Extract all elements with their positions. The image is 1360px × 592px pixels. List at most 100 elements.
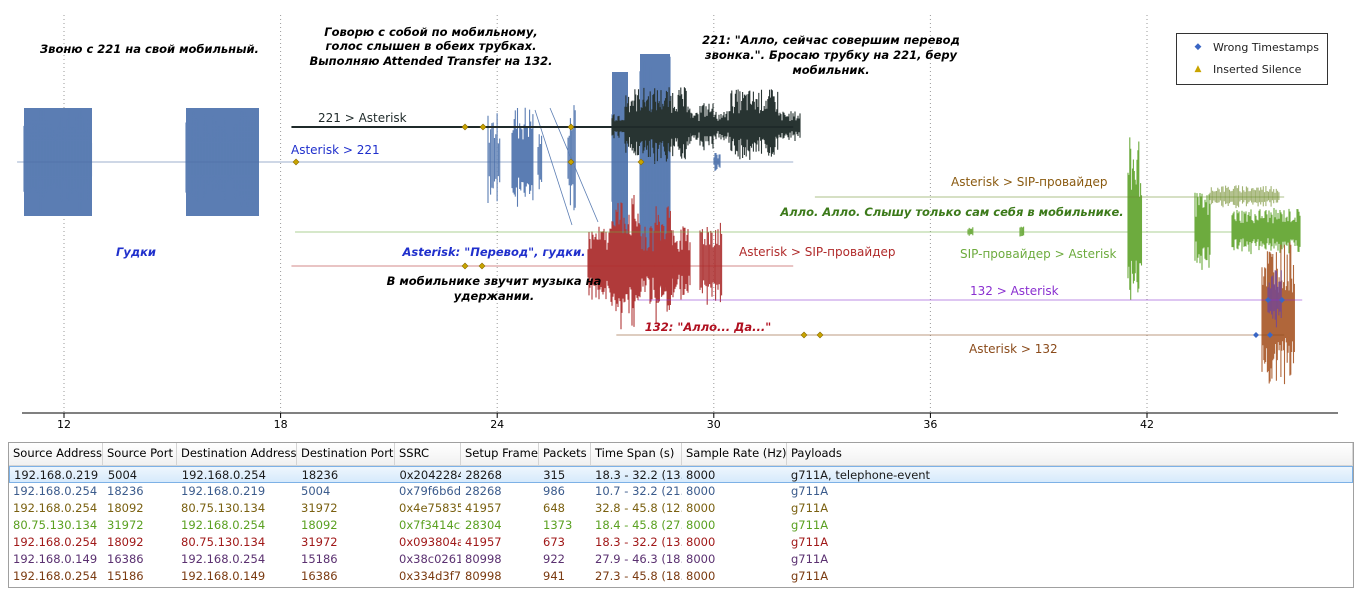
table-cell: 8000 [686,468,716,482]
stream-label-sip-asterisk[interactable]: SIP-провайдер > Asterisk [960,247,1117,261]
rtp-streams-table[interactable]: Source Address Source Port Destination A… [8,442,1354,588]
column-header-time-span[interactable]: Time Span (s) [591,443,682,465]
table-cell: 80998 [465,552,502,566]
table-cell: 192.168.0.254 [13,569,98,583]
annotation-221-line1: 221: "Алло, сейчас совершим перевод [702,33,960,47]
table-cell: 18.4 - 45.8 (27.4) [595,518,682,532]
table-cell: g711A [791,501,829,515]
table-cell: 986 [543,484,565,498]
table-cell: g711A, telephone-event [790,468,931,482]
table-cell: 8000 [686,535,716,549]
table-cell: 18236 [107,484,144,498]
table-cell: 0x2042284f [399,468,462,482]
column-header-destination-address[interactable]: Destination Address [177,443,297,465]
table-cell: 8000 [686,501,716,515]
column-header-destination-port[interactable]: Destination Port [297,443,395,465]
table-cell: 0x093804a9 [399,535,461,549]
tick-label: 42 [1140,418,1154,431]
table-cell: g711A [791,484,829,498]
table-cell: 0x7f3414ca [399,518,461,532]
column-header-packets[interactable]: Packets [539,443,591,465]
table-row[interactable]: 80.75.130.134 31972 192.168.0.254 18092 0x7f… [9,517,1353,534]
inserted-silence-marker [816,331,824,339]
tick-label: 36 [923,418,937,431]
annotation-talk-line1: Говорю с собой по мобильному, [324,25,537,39]
column-header-source-address[interactable]: Source Address [9,443,103,465]
table-body: 192.168.0.219 5004 192.168.0.254 18236 0x204… [9,466,1353,585]
annotation-hold-line2: удержании. [454,289,534,303]
tick-label: 30 [707,418,721,431]
annotation-talk-line3: Выполняю Attended Transfer на 132. [309,54,552,68]
table-cell: 18092 [301,518,338,532]
column-header-sample-rate[interactable]: Sample Rate (Hz) [682,443,787,465]
stream-label-asterisk-sip-5[interactable]: Asterisk > SIP-провайдер [739,245,896,259]
legend-item-inserted-silence[interactable]: ▲ Inserted Silence [1187,62,1302,76]
table-cell: 648 [543,501,565,515]
table-cell: 0x334d3f7a [399,569,461,583]
table-cell: 80998 [465,569,502,583]
table-cell: 0x38c0261f [399,552,461,566]
table-cell: 192.168.0.254 [181,518,266,532]
table-row[interactable]: 192.168.0.149 16386 192.168.0.254 15186 0x38… [9,551,1353,568]
stream-label-asterisk-sip-3[interactable]: Asterisk > SIP-провайдер [951,175,1108,189]
table-row[interactable]: 192.168.0.254 18092 80.75.130.134 31972 0x09… [9,534,1353,551]
column-header-ssrc[interactable]: SSRC [395,443,461,465]
table-cell: 0x79f6b6d1 [399,484,461,498]
table-cell: 41957 [465,501,502,515]
table-cell: 31972 [107,518,144,532]
table-row[interactable]: 192.168.0.219 5004 192.168.0.254 18236 0x204… [9,466,1353,483]
annotation-132-hello: 132: "Алло... Да..." [645,320,771,334]
column-header-setup-frame[interactable]: Setup Frame [461,443,539,465]
legend-item-wrong-timestamps[interactable]: ◆ Wrong Timestamps [1187,40,1319,54]
table-row[interactable]: 192.168.0.254 15186 192.168.0.149 16386 0x33… [9,568,1353,585]
table-cell: 18.3 - 32.2 (13.9) [595,468,682,482]
annotation-221-line2: звонка.". Бросаю трубку на 221, беру [704,48,958,62]
table-cell: 16386 [301,569,338,583]
table-cell: 16386 [107,552,144,566]
table-cell: 28268 [465,484,502,498]
legend-label: Inserted Silence [1213,62,1302,76]
stream-label-132-asterisk[interactable]: 132 > Asterisk [970,284,1059,298]
table-cell: 80.75.130.134 [13,518,98,532]
table-cell: 32.8 - 45.8 (12.9) [595,501,682,515]
table-cell: 192.168.0.254 [181,468,266,482]
stream-label-221-asterisk[interactable]: 221 > Asterisk [318,111,407,125]
waveform-burst [699,222,723,305]
inserted-silence-marker [461,262,469,270]
inserted-silence-marker [800,331,808,339]
annotation-beeps: Гудки [116,245,156,259]
table-row[interactable]: 192.168.0.254 18092 80.75.130.134 31972 0x4e… [9,500,1353,517]
table-cell: 28268 [465,468,502,482]
table-cell: 192.168.0.254 [13,535,98,549]
table-cell: 673 [543,535,565,549]
tick-label: 18 [274,418,288,431]
table-cell: 27.3 - 45.8 (18.5) [595,569,682,583]
table-cell: 8000 [686,518,716,532]
table-cell: 941 [543,569,565,583]
waveform-burst [967,227,974,236]
table-cell: 315 [543,468,566,482]
table-cell: 15186 [107,569,144,583]
table-row[interactable]: 192.168.0.254 18236 192.168.0.219 5004 0x79f… [9,483,1353,500]
column-header-source-port[interactable]: Source Port [103,443,177,465]
inserted-silence-marker [478,262,486,270]
table-cell: 192.168.0.254 [13,501,98,515]
stream-label-asterisk-132[interactable]: Asterisk > 132 [969,342,1058,356]
stream-label-asterisk-221[interactable]: Asterisk > 221 [291,143,380,157]
table-cell: 8000 [686,484,716,498]
triangle-icon: ▲ [1194,64,1202,74]
table-cell: g711A [791,552,829,566]
legend: ◆ Wrong Timestamps ▲ Inserted Silence [1176,33,1328,85]
table-cell: 31972 [301,535,338,549]
annotation-221-line3: мобильник. [792,63,869,77]
waveform-plot[interactable]: 12 18 24 30 36 42 221 > Asterisk Asterisk > 2… [0,0,1360,440]
table-header: Source Address Source Port Destination A… [9,443,1353,466]
waveform-burst [567,105,576,211]
table-cell: 15186 [301,552,338,566]
column-header-payloads[interactable]: Payloads [787,443,1353,465]
table-cell: 18.3 - 32.2 (13.8) [595,535,682,549]
table-cell: 192.168.0.254 [13,484,98,498]
table-cell: 192.168.0.254 [181,552,266,566]
table-cell: 28304 [465,518,502,532]
table-cell: g711A [791,518,829,532]
